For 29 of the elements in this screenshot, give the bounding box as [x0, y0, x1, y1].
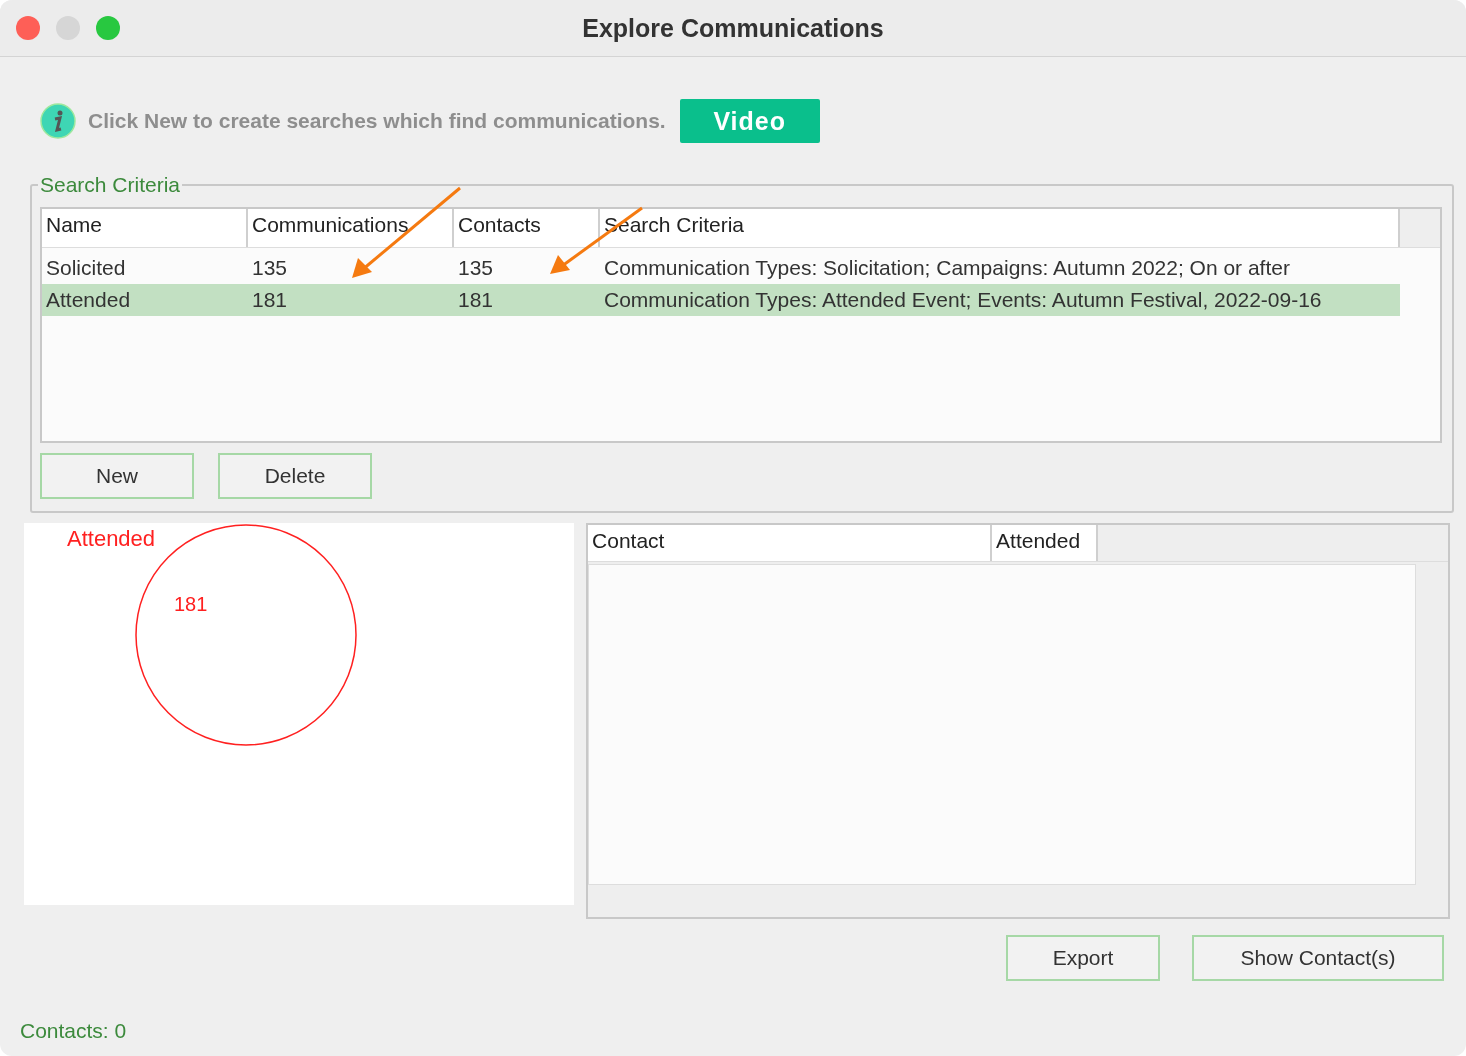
venn-count: 181: [174, 593, 208, 616]
show-contacts-button[interactable]: Show Contact(s): [1192, 935, 1444, 981]
new-button[interactable]: New: [40, 453, 194, 499]
table-cell-text: Attended: [45, 288, 132, 312]
column-header[interactable]: Attended: [992, 525, 1099, 561]
table-cell-text: 135: [251, 256, 289, 280]
column-header[interactable]: Name: [42, 209, 248, 247]
table-row[interactable]: Solicited 135 135 Communication Types: Solicitation; Campaigns: Autumn 2022; On or after: [42, 252, 1400, 284]
table-cell-text: Communication Types: Solicitation; Campaigns: Autumn 2022; On or after: [603, 256, 1291, 280]
table-row[interactable]: Attended 181 181 Communication Types: Attended Event; Events: Autumn Festival, 2022-09-16: [42, 284, 1400, 316]
column-header[interactable]: Contact: [588, 525, 993, 561]
table-cell-text: 181: [457, 288, 495, 312]
table-cell-text: Communication Types: Attended Event; Events: Autumn Festival, 2022-09-16: [603, 288, 1323, 312]
venn-label: Attended: [67, 526, 156, 552]
column-header[interactable]: Communications: [248, 209, 454, 247]
close-button[interactable]: [16, 16, 40, 40]
info-text: Click New to create searches which find communications.: [88, 109, 666, 133]
zoom-button[interactable]: [96, 16, 120, 40]
table-cell-text: 181: [251, 288, 289, 312]
table-cell-text: Solicited: [45, 256, 127, 280]
info-icon: [40, 103, 76, 139]
group-title: Search Criteria: [39, 173, 182, 197]
table-cell-text: 135: [457, 256, 495, 280]
export-button[interactable]: Export: [1006, 935, 1160, 981]
status-text: Contacts: 0: [20, 1019, 128, 1043]
column-header[interactable]: Contacts: [454, 209, 600, 247]
delete-button[interactable]: Delete: [218, 453, 372, 499]
header-filler: [1400, 209, 1440, 247]
window-title: Explore Communications: [582, 13, 884, 43]
